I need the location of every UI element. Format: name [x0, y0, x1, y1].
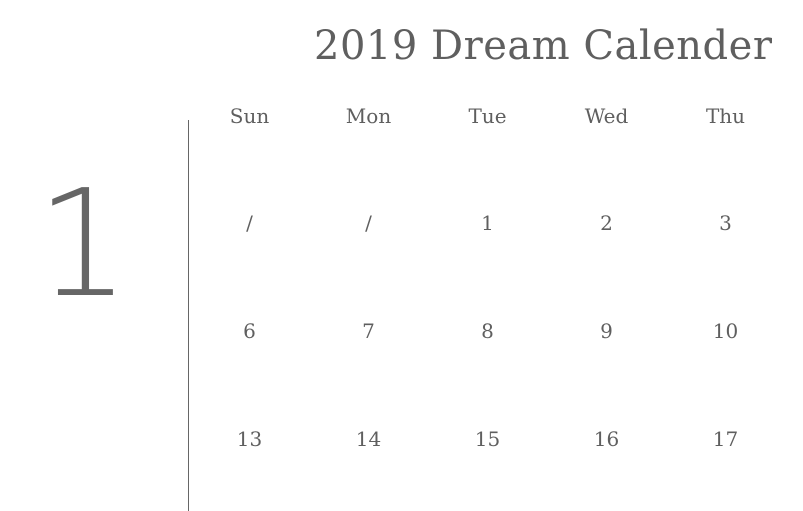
date-cell-placeholder-sun: / — [246, 211, 253, 235]
date-cell-3: 3 — [719, 211, 732, 235]
month-divider — [188, 120, 189, 511]
date-cell-2: 2 — [600, 211, 613, 235]
calendar-title: 2019 Dream Calender — [314, 23, 773, 69]
weekday-header-tue: Tue — [468, 104, 507, 128]
date-cell-10: 10 — [712, 319, 739, 343]
date-cell-9: 9 — [600, 319, 613, 343]
date-cell-14: 14 — [355, 427, 382, 451]
weekday-header-mon: Mon — [345, 104, 392, 128]
weekday-header-wed: Wed — [584, 104, 629, 128]
date-cell-16: 16 — [593, 427, 620, 451]
weekday-header-sun: Sun — [229, 104, 270, 128]
calendar-page: 2019 Dream Calender 1 Sun Mon Tue Wed Th… — [0, 0, 803, 511]
month-number: 1 — [36, 158, 131, 330]
date-cell-17: 17 — [712, 427, 739, 451]
date-cell-6: 6 — [243, 319, 256, 343]
calendar-grid: Sun Mon Tue Wed Thu / / 1 2 3 6 7 8 9 10… — [190, 98, 803, 511]
date-cell-13: 13 — [236, 427, 263, 451]
date-cell-1: 1 — [481, 211, 494, 235]
date-cell-7: 7 — [362, 319, 375, 343]
date-cell-8: 8 — [481, 319, 494, 343]
date-cell-placeholder-mon: / — [365, 211, 372, 235]
date-cell-15: 15 — [474, 427, 501, 451]
weekday-header-thu: Thu — [705, 104, 746, 128]
